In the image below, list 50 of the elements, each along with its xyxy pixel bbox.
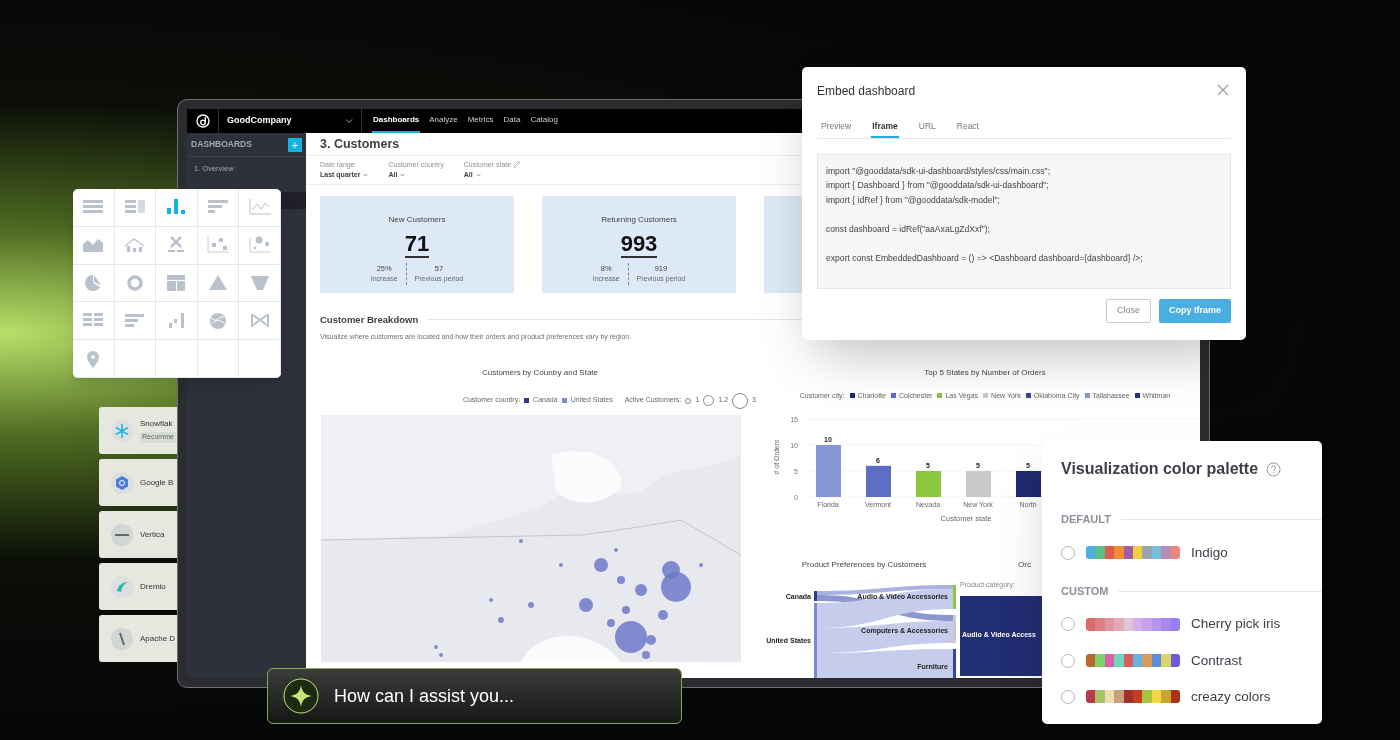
- close-button[interactable]: [1217, 82, 1231, 97]
- palette-option[interactable]: Indigo: [1061, 542, 1322, 563]
- dashboard-title: 3. Customers: [320, 135, 400, 153]
- nav-tab[interactable]: Catalog: [529, 109, 559, 133]
- chevron-down-icon: [363, 173, 369, 178]
- connector-name: Dremio: [140, 580, 166, 593]
- connector-name: Apache D: [140, 632, 176, 645]
- connector-card[interactable]: Google B: [99, 459, 177, 506]
- palette-option[interactable]: Cherry pick iris: [1061, 614, 1322, 635]
- help-icon: [1266, 461, 1282, 477]
- connector-name: Google B: [140, 476, 174, 489]
- nav-tab[interactable]: Metrics: [466, 109, 495, 133]
- sidebar-heading: DASHBOARDS: [191, 138, 252, 151]
- panel-title: Visualization color palette: [1061, 459, 1259, 479]
- dialog-tab[interactable]: React: [955, 120, 980, 138]
- code-block: import "@gooddata/sdk-ui-dashboard/styles/css/main.css"; import { Dashboard } from "@gooddata/sdk-ui-dashboard"; import { idRef } from "@gooddata/sdk-model"; const dashboard = idRef("aaAxaLgZdXxf"); export const EmbeddedDashboard = () => <Dashboard dashboard={dashboard} />;: [817, 153, 1231, 289]
- palette-option[interactable]: Contrast: [1061, 650, 1322, 671]
- dialog-tab[interactable]: Preview: [820, 120, 853, 138]
- chart-title: Customers by Country and State: [481, 366, 599, 379]
- connector-card[interactable]: Vertica: [99, 511, 177, 558]
- nav-tab[interactable]: Analyze: [428, 109, 459, 133]
- close-icon: [1217, 83, 1229, 96]
- kpi-title: Returning Customers: [601, 213, 677, 226]
- sparkle-icon: [283, 678, 319, 714]
- chevron-down-icon: [475, 173, 481, 178]
- chart-title: Product Preferences by Customers: [801, 559, 927, 571]
- chart-title: Top 5 States by Number of Orders: [924, 366, 1046, 379]
- kpi-title: New Customers: [388, 213, 446, 226]
- chevron-down-icon: [345, 118, 353, 124]
- connector-card[interactable]: Dremio: [99, 563, 177, 610]
- dialog-title: Embed dashboard: [817, 83, 916, 100]
- dialog-tab[interactable]: Iframe: [871, 120, 899, 138]
- connector-name: Snowflak: [140, 418, 174, 431]
- nav-tab[interactable]: Data: [502, 109, 522, 133]
- section-title: Customer Breakdown: [320, 312, 419, 327]
- logo-icon: [195, 114, 210, 128]
- connector-card[interactable]: Apache D: [99, 615, 177, 662]
- kpi-value: 993: [620, 231, 658, 258]
- close-button[interactable]: Close: [1105, 298, 1151, 323]
- chart-title: Orc: [1018, 559, 1031, 571]
- nav-tab[interactable]: Dashboards: [372, 109, 421, 133]
- assistant-input[interactable]: How can I assist you...: [267, 668, 682, 724]
- snowflake-icon: [111, 419, 133, 442]
- section-heading: DEFAULT: [1061, 512, 1111, 527]
- connector-name: Vertica: [140, 528, 165, 541]
- palette-option[interactable]: creazy colors: [1061, 686, 1322, 707]
- chevron-down-icon: [400, 173, 406, 178]
- dialog-tab[interactable]: URL: [917, 120, 937, 138]
- kpi-value: 71: [404, 231, 430, 258]
- section-heading: CUSTOM: [1061, 583, 1109, 599]
